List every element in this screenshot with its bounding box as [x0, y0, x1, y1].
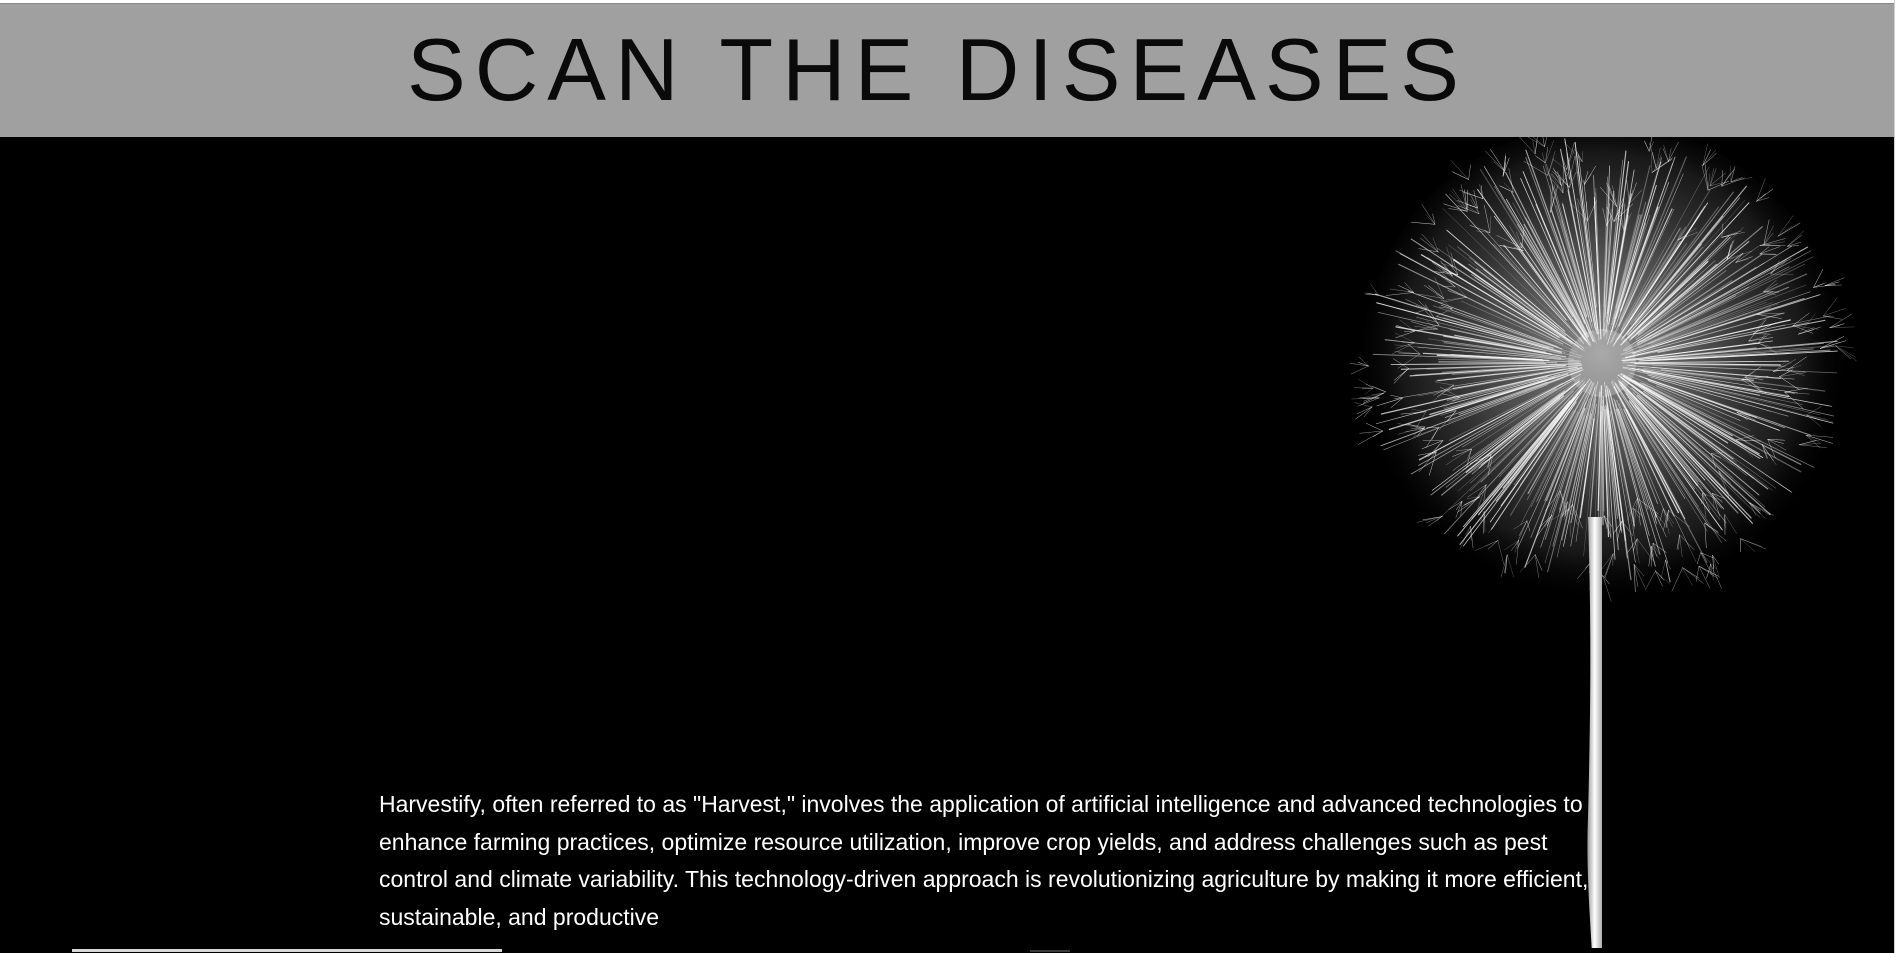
scrollbar-thumb[interactable] — [72, 949, 502, 952]
scrollbar-marker — [1030, 950, 1070, 952]
hero-section: Harvestify, often referred to as "Harves… — [0, 137, 1894, 953]
page-header: SCAN THE DISEASES — [0, 3, 1894, 137]
hero-description: Harvestify, often referred to as "Harves… — [379, 791, 1589, 930]
page: SCAN THE DISEASES Harvestify, often refe… — [0, 0, 1899, 953]
page-title: SCAN THE DISEASES — [407, 20, 1468, 119]
window-edge — [1894, 0, 1899, 953]
